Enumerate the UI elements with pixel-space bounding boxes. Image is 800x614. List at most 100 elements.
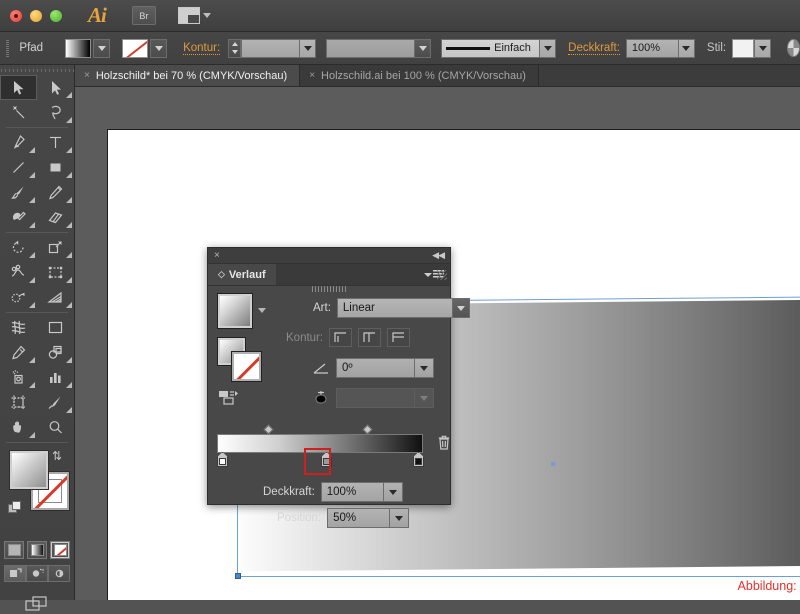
tool-selection[interactable] (0, 75, 37, 100)
zoom-window-button[interactable] (50, 10, 62, 22)
tool-line-segment[interactable] (0, 155, 37, 180)
fill-swatch-dropdown[interactable] (93, 39, 110, 58)
gradient-preview-swatch[interactable] (218, 294, 252, 328)
document-tab-inactive[interactable]: × Holzschild.ai bei 100 % (CMYK/Vorschau… (300, 65, 539, 86)
change-screen-mode-button[interactable] (24, 594, 50, 614)
gradient-position-dropdown[interactable] (389, 508, 409, 528)
delete-stop-icon[interactable] (437, 434, 451, 451)
stroke-weight-dropdown[interactable] (299, 39, 316, 58)
gradient-angle-dropdown[interactable] (414, 358, 434, 378)
stroke-label[interactable]: Kontur: (183, 42, 220, 55)
gradient-position-field[interactable]: 50% (327, 508, 389, 528)
tool-shape-builder[interactable] (0, 285, 37, 310)
close-window-button[interactable] (10, 10, 22, 22)
tool-eraser[interactable] (37, 205, 74, 230)
stroke-profile-dropdown[interactable] (539, 39, 556, 58)
draw-normal-button[interactable] (4, 565, 26, 582)
stroke-swatch-dropdown[interactable] (150, 39, 167, 58)
tool-flyout-indicator[interactable] (66, 147, 72, 153)
gradient-stop-black[interactable] (413, 452, 424, 467)
opacity-dropdown[interactable] (678, 39, 695, 58)
tool-slice[interactable] (37, 390, 74, 415)
draw-inside-button[interactable] (48, 565, 70, 582)
tool-paintbrush[interactable] (0, 180, 37, 205)
gradient-midpoint-2[interactable] (363, 425, 373, 435)
tool-magic-wand[interactable] (0, 100, 37, 125)
gradient-mode-button[interactable] (27, 541, 47, 559)
tool-flyout-indicator[interactable] (66, 172, 72, 178)
tool-flyout-indicator[interactable] (66, 407, 72, 413)
brush-definition-control[interactable] (326, 39, 431, 58)
opacity-label[interactable]: Deckkraft: (568, 42, 620, 55)
none-mode-button[interactable] (50, 541, 70, 559)
stroke-gradient-across-button[interactable] (387, 328, 410, 347)
reverse-gradient-button[interactable] (218, 390, 240, 406)
opacity-field[interactable]: 100% (626, 39, 678, 58)
default-fill-stroke-icon[interactable] (8, 501, 22, 514)
gradient-angle-field[interactable]: 0º (336, 358, 414, 378)
tool-rotate[interactable] (0, 235, 37, 260)
gradient-fill-stroke-toggle[interactable] (218, 338, 262, 382)
tool-flyout-indicator[interactable] (29, 357, 35, 363)
stroke-weight-control[interactable] (228, 39, 316, 58)
tool-flyout-indicator[interactable] (66, 277, 72, 283)
chevron-down-icon[interactable] (258, 308, 266, 313)
close-icon[interactable]: × (309, 70, 315, 81)
fill-swatch[interactable] (65, 39, 91, 58)
stroke-gradient-within-button[interactable] (329, 328, 352, 347)
gradient-type-field[interactable]: Linear (337, 298, 452, 318)
tool-blend[interactable] (37, 340, 74, 365)
gradient-stroke-target[interactable] (232, 352, 261, 381)
tool-rectangle[interactable] (37, 155, 74, 180)
document-setup-icon[interactable] (787, 39, 800, 57)
tool-flyout-indicator[interactable] (29, 222, 35, 228)
fill-swatch-control[interactable] (65, 39, 110, 58)
gradient-panel-titlebar[interactable]: × ◀◀ (208, 248, 450, 264)
tool-type[interactable] (37, 130, 74, 155)
tool-flyout-indicator[interactable] (29, 432, 35, 438)
stroke-profile-field[interactable]: Einfach (441, 39, 539, 58)
arrange-documents-button[interactable] (178, 7, 211, 24)
draw-behind-button[interactable] (26, 565, 48, 582)
tool-hand[interactable] (0, 415, 37, 440)
tool-direct-selection[interactable] (37, 75, 74, 100)
tool-eyedropper[interactable] (0, 340, 37, 365)
tool-flyout-indicator[interactable] (29, 277, 35, 283)
tool-flyout-indicator[interactable] (66, 252, 72, 258)
tool-gradient[interactable] (37, 315, 74, 340)
toolbox-fill-swatch[interactable] (10, 451, 48, 489)
tool-flyout-indicator[interactable] (29, 302, 35, 308)
color-mode-button[interactable] (4, 541, 24, 559)
tab-verlauf[interactable]: ◇ Verlauf (208, 264, 276, 285)
expand-collapse-icon[interactable]: ◇ (218, 269, 225, 280)
minimize-window-button[interactable] (30, 10, 42, 22)
stroke-weight-field[interactable] (241, 39, 299, 58)
tool-flyout-indicator[interactable] (66, 117, 72, 123)
tool-flyout-indicator[interactable] (66, 92, 72, 98)
window-controls[interactable] (10, 10, 62, 22)
tool-flyout-indicator[interactable] (29, 197, 35, 203)
tool-width[interactable] (0, 260, 37, 285)
brush-definition-field[interactable] (326, 39, 414, 58)
stepper-down-icon[interactable] (232, 50, 238, 54)
gradient-midpoint-1[interactable] (264, 425, 274, 435)
tool-flyout-indicator[interactable] (66, 382, 72, 388)
panel-resize-handle[interactable] (437, 270, 447, 280)
tool-flyout-indicator[interactable] (66, 302, 72, 308)
stroke-weight-stepper[interactable] (228, 39, 241, 58)
bridge-icon[interactable]: Br (132, 6, 156, 25)
graphic-style-dropdown[interactable] (754, 39, 771, 58)
gradient-stop-white[interactable] (217, 452, 228, 467)
tool-flyout-indicator[interactable] (66, 357, 72, 363)
panel-bottom-grip[interactable] (312, 286, 346, 292)
stroke-profile-control[interactable]: Einfach (441, 39, 556, 58)
opacity-control[interactable]: 100% (626, 39, 695, 58)
tool-lasso[interactable] (37, 100, 74, 125)
tool-pencil[interactable] (37, 180, 74, 205)
tool-flyout-indicator[interactable] (29, 382, 35, 388)
close-icon[interactable]: × (84, 70, 90, 81)
canvas-area[interactable]: Abbildung: 07 × ◀◀ ◇ Verlauf (75, 87, 800, 600)
tool-pen[interactable] (0, 130, 37, 155)
tool-flyout-indicator[interactable] (66, 197, 72, 203)
control-bar-grip[interactable] (6, 40, 9, 57)
